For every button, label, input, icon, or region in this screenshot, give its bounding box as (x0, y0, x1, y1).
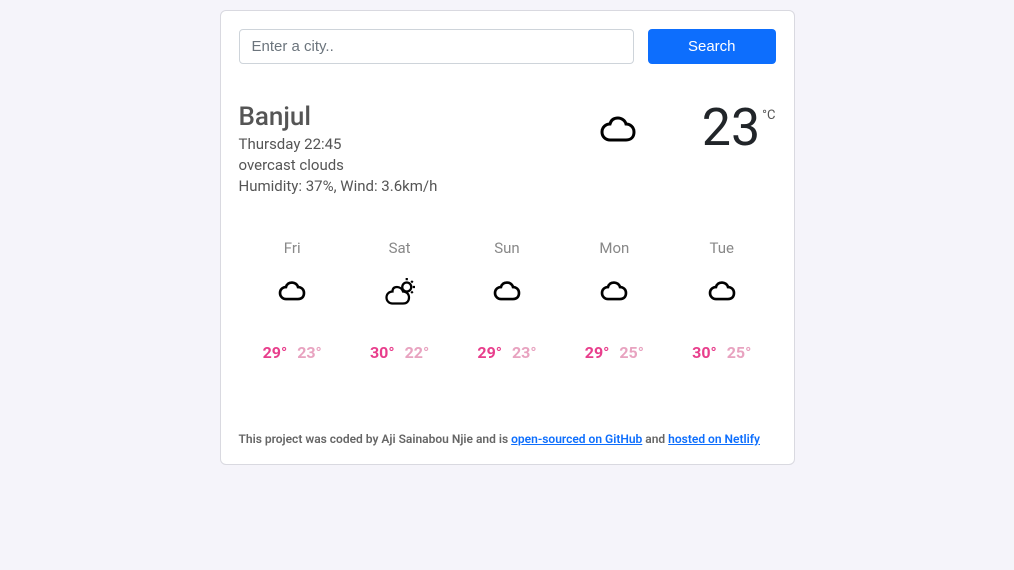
temperature-value: 23 (702, 102, 760, 154)
day-temps: 29° 23° (477, 343, 536, 362)
temp-low: 23° (297, 343, 322, 362)
temperature-unit: °C (762, 108, 775, 123)
cloud-icon (596, 275, 632, 315)
cloud-icon (274, 275, 310, 315)
forecast-day: Mon 29° 25° (585, 239, 644, 362)
city-search-input[interactable] (239, 29, 634, 64)
city-name: Banjul (239, 102, 438, 132)
partly-cloudy-icon (382, 275, 418, 315)
forecast-row: Fri 29° 23° Sat (239, 239, 776, 362)
cloud-icon (704, 275, 740, 315)
current-weather: Banjul Thursday 22:45 overcast clouds Hu… (239, 102, 776, 197)
temp-high: 29° (263, 343, 288, 362)
search-row: Search (239, 29, 776, 64)
temp-high: 29° (477, 343, 502, 362)
netlify-link[interactable]: hosted on Netlify (668, 432, 760, 446)
forecast-day: Sat 30° 22° (370, 239, 429, 362)
day-label: Mon (599, 239, 629, 257)
current-datetime: Thursday 22:45 (239, 134, 438, 155)
footer-prefix: This project was coded by Aji Sainabou N… (239, 432, 512, 446)
cloud-icon (594, 108, 642, 160)
current-humidity-wind: Humidity: 37%, Wind: 3.6km/h (239, 176, 438, 197)
temp-low: 25° (619, 343, 644, 362)
temp-high: 30° (692, 343, 717, 362)
forecast-day: Fri 29° 23° (263, 239, 322, 362)
day-temps: 30° 22° (370, 343, 429, 362)
forecast-day: Sun 29° 23° (477, 239, 536, 362)
cloud-icon (489, 275, 525, 315)
github-link[interactable]: open-sourced on GitHub (511, 432, 642, 446)
day-temps: 29° 25° (585, 343, 644, 362)
temp-low: 23° (512, 343, 537, 362)
current-temp-block: 23 °C (594, 102, 776, 160)
day-temps: 30° 25° (692, 343, 751, 362)
weather-card: Search Banjul Thursday 22:45 overcast cl… (220, 10, 795, 465)
day-label: Fri (284, 239, 301, 257)
temperature-display: 23 °C (702, 102, 776, 154)
day-label: Sun (494, 239, 519, 257)
current-details: Banjul Thursday 22:45 overcast clouds Hu… (239, 102, 438, 197)
day-temps: 29° 23° (263, 343, 322, 362)
day-label: Tue (710, 239, 734, 257)
footer-credits: This project was coded by Aji Sainabou N… (239, 432, 776, 446)
temp-high: 30° (370, 343, 395, 362)
temp-low: 22° (405, 343, 430, 362)
footer-middle: and (642, 432, 668, 446)
temp-high: 29° (585, 343, 610, 362)
search-button[interactable]: Search (648, 29, 776, 64)
current-description: overcast clouds (239, 155, 438, 176)
temp-low: 25° (727, 343, 752, 362)
day-label: Sat (389, 239, 411, 257)
forecast-day: Tue 30° 25° (692, 239, 751, 362)
